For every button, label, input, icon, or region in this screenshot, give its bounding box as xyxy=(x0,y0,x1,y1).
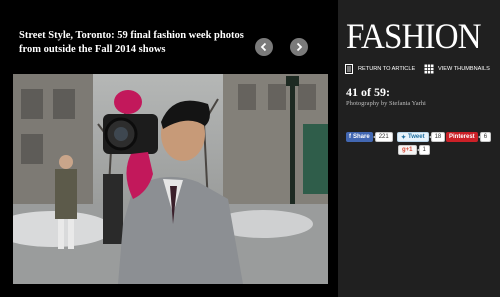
document-icon xyxy=(345,64,353,74)
next-photo-button[interactable] xyxy=(290,38,308,56)
return-to-article-link[interactable]: RETURN TO ARTICLE xyxy=(344,64,415,74)
facebook-icon: f xyxy=(349,134,351,140)
facebook-share-label: Share xyxy=(353,134,370,140)
pinterest-count: 6 xyxy=(477,132,492,142)
tweet-button[interactable]: ✦ Tweet xyxy=(397,132,429,142)
grid-icon xyxy=(424,64,434,74)
chevron-left-icon xyxy=(260,42,267,52)
google-plus-one-button[interactable]: g+1 xyxy=(398,145,417,155)
view-thumbnails-label: VIEW THUMBNAILS xyxy=(438,66,490,72)
fashion-logo[interactable]: FASHION xyxy=(346,16,484,56)
facebook-share-button[interactable]: f Share xyxy=(346,132,373,142)
google-plus-count: 1 xyxy=(416,145,430,155)
pinterest-label: Pinterest xyxy=(449,134,475,140)
photo-credit: Photography by Stefania Yarhi xyxy=(346,100,426,107)
google-plus-label: g+1 xyxy=(402,147,413,153)
gallery-title: Street Style, Toronto: 59 final fashion … xyxy=(19,30,244,55)
twitter-bird-icon: ✦ xyxy=(401,134,407,141)
facebook-share: f Share 221 xyxy=(346,132,393,142)
pinterest-button[interactable]: Pinterest xyxy=(446,132,478,142)
photo-counter: 41 of 59: xyxy=(346,85,390,99)
facebook-share-count: 221 xyxy=(372,132,393,142)
side-panel: FASHION RETURN TO ARTICLE VIEW THUMBNAIL… xyxy=(338,0,500,297)
tweet-label: Tweet xyxy=(408,134,425,140)
tweet-count: 18 xyxy=(428,132,446,142)
twitter-share: ✦ Tweet 18 xyxy=(397,132,446,142)
view-thumbnails-link[interactable]: VIEW THUMBNAILS xyxy=(424,64,490,74)
return-to-article-label: RETURN TO ARTICLE xyxy=(358,66,416,72)
chevron-right-icon xyxy=(296,42,303,52)
gallery-photo xyxy=(13,74,328,284)
pinterest-share: Pinterest 6 xyxy=(446,132,492,142)
google-plus-share: g+1 1 xyxy=(398,145,430,155)
previous-photo-button[interactable] xyxy=(255,38,273,56)
